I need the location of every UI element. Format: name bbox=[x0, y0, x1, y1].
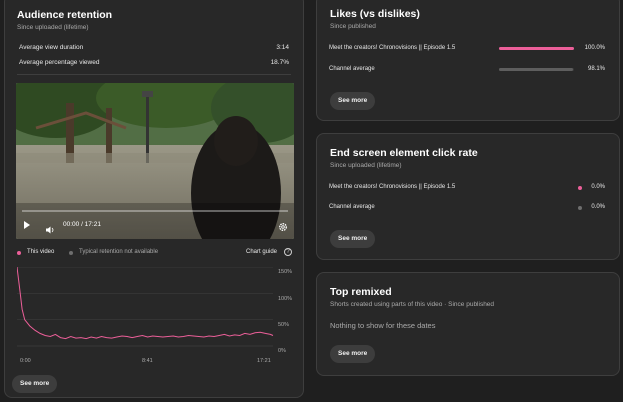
empty-message: Nothing to show for these dates bbox=[330, 321, 436, 330]
endscreen-row-channel: Channel average 0.0% bbox=[329, 203, 605, 213]
x-tick-mid: 8:41 bbox=[142, 358, 153, 364]
row-label: Channel average bbox=[329, 204, 375, 210]
see-more-button[interactable]: See more bbox=[12, 375, 58, 393]
card-title: Likes (vs dislikes) bbox=[330, 8, 420, 20]
avg-view-duration-label: Average view duration bbox=[19, 44, 84, 51]
likes-bar-track bbox=[499, 68, 574, 71]
help-icon[interactable]: ? bbox=[284, 248, 292, 256]
card-title: Audience retention bbox=[17, 9, 113, 21]
chart-guide-link[interactable]: Chart guide bbox=[246, 249, 277, 255]
card-title: End screen element click rate bbox=[330, 147, 478, 159]
play-button[interactable] bbox=[24, 221, 30, 229]
likes-bar-fill bbox=[499, 47, 574, 50]
x-tick-start: 0:00 bbox=[20, 358, 31, 364]
divider bbox=[17, 74, 291, 75]
legend-typical-dot bbox=[69, 251, 73, 255]
likes-row-video: Meet the creators! Chronovisions || Epis… bbox=[329, 44, 605, 54]
row-label: Channel average bbox=[329, 66, 375, 72]
y-tick-100: 100% bbox=[278, 296, 293, 302]
video-frame bbox=[16, 83, 294, 239]
card-subtitle: Since published bbox=[330, 23, 376, 30]
see-more-button[interactable]: See more bbox=[330, 345, 376, 363]
row-value: 0.0% bbox=[591, 184, 605, 190]
see-more-button[interactable]: See more bbox=[330, 92, 376, 110]
see-more-button[interactable]: See more bbox=[330, 230, 376, 248]
y-tick-0: 0% bbox=[278, 348, 286, 354]
row-value: 0.0% bbox=[591, 204, 605, 210]
retention-chart bbox=[17, 267, 274, 347]
progress-bar[interactable] bbox=[22, 210, 288, 212]
settings-gear-icon[interactable] bbox=[278, 219, 288, 231]
y-tick-150: 150% bbox=[278, 269, 293, 275]
top-remixed-card: Top remixed Shorts created using parts o… bbox=[316, 272, 620, 376]
row-label: Meet the creators! Chronovisions || Epis… bbox=[329, 45, 456, 51]
endscreen-row-video: Meet the creators! Chronovisions || Epis… bbox=[329, 183, 605, 193]
likes-bar-track bbox=[499, 47, 574, 50]
avg-view-duration-value: 3:14 bbox=[276, 44, 289, 51]
avg-percentage-value: 18.7% bbox=[270, 59, 289, 66]
card-subtitle: Since uploaded (lifetime) bbox=[330, 162, 402, 169]
end-screen-card: End screen element click rate Since uplo… bbox=[316, 133, 620, 260]
likes-bar-fill bbox=[499, 68, 573, 71]
series-dot bbox=[578, 186, 582, 190]
row-label: Meet the creators! Chronovisions || Epis… bbox=[329, 184, 456, 190]
avg-percentage-row: Average percentage viewed 18.7% bbox=[19, 59, 289, 66]
retention-series-line bbox=[17, 267, 274, 340]
audience-retention-card: Audience retention Since uploaded (lifet… bbox=[4, 0, 304, 398]
y-tick-50: 50% bbox=[278, 322, 290, 328]
avg-percentage-label: Average percentage viewed bbox=[19, 59, 100, 66]
row-value: 100.0% bbox=[584, 45, 605, 51]
x-tick-end: 17:21 bbox=[257, 358, 271, 364]
card-subtitle: Shorts created using parts of this video… bbox=[330, 301, 495, 308]
card-subtitle: Since uploaded (lifetime) bbox=[17, 24, 89, 31]
legend-this-video: This video bbox=[27, 249, 55, 255]
video-player[interactable]: 00:00 / 17:21 bbox=[16, 83, 294, 239]
likes-card: Likes (vs dislikes) Since published Meet… bbox=[316, 0, 620, 121]
legend-this-dot bbox=[17, 251, 21, 255]
series-dot bbox=[578, 206, 582, 210]
avg-view-duration-row: Average view duration 3:14 bbox=[19, 44, 289, 51]
player-time: 00:00 / 17:21 bbox=[63, 221, 101, 228]
likes-row-channel: Channel average 98.1% bbox=[329, 65, 605, 75]
row-value: 98.1% bbox=[587, 66, 605, 72]
volume-icon[interactable] bbox=[46, 221, 55, 234]
card-title: Top remixed bbox=[330, 286, 392, 298]
legend-typical: Typical retention not available bbox=[79, 249, 159, 255]
